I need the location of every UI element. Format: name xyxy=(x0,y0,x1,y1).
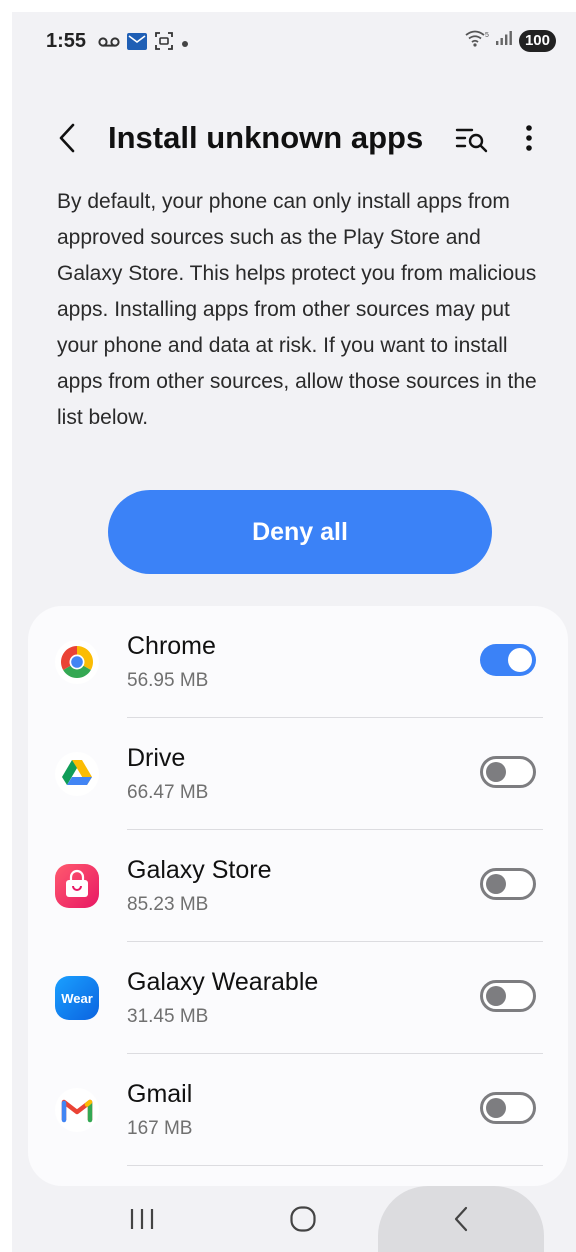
back-icon xyxy=(59,123,75,153)
screenshot-icon xyxy=(154,31,174,56)
app-name: Gmail xyxy=(127,1080,193,1108)
app-row-galaxy-wearable[interactable]: Wear Galaxy Wearable 31.45 MB xyxy=(28,942,568,1054)
app-name: Drive xyxy=(127,744,186,772)
app-row-gmail[interactable]: Gmail 167 MB xyxy=(28,1054,568,1166)
back-icon xyxy=(454,1206,468,1232)
mail-icon xyxy=(127,32,147,55)
nav-back-button[interactable] xyxy=(378,1186,544,1252)
app-row-galaxy-store[interactable]: Galaxy Store 85.23 MB xyxy=(28,830,568,942)
app-size: 167 MB xyxy=(127,1118,193,1139)
navigation-bar xyxy=(12,1186,576,1252)
home-icon xyxy=(290,1206,316,1232)
back-button[interactable] xyxy=(52,120,82,156)
wifi-icon: 5 xyxy=(465,29,489,52)
toggle-knob xyxy=(508,648,532,672)
toggle-knob xyxy=(486,874,506,894)
app-row-chrome[interactable]: Chrome 56.95 MB xyxy=(28,606,568,718)
recents-icon xyxy=(130,1209,154,1229)
app-name: Galaxy Store xyxy=(127,856,272,884)
app-size: 31.45 MB xyxy=(127,1006,209,1027)
status-bar: 1:55 5 100 xyxy=(12,12,576,74)
svg-text:5: 5 xyxy=(485,32,489,39)
more-vert-icon xyxy=(526,125,532,151)
drive-toggle[interactable] xyxy=(480,756,536,788)
battery-icon: 100 xyxy=(518,29,556,52)
app-size: 66.47 MB xyxy=(127,782,209,803)
system-status-icons: 5 100 xyxy=(465,29,556,52)
app-size: 85.23 MB xyxy=(127,894,209,915)
galaxy-store-toggle[interactable] xyxy=(480,868,536,900)
description-text: By default, your phone can only install … xyxy=(57,190,537,429)
wear-label: Wear xyxy=(61,991,93,1006)
screen: 1:55 5 100 Install unknown apps By defau… xyxy=(12,12,576,1252)
page-title: Install unknown apps xyxy=(108,120,424,155)
signal-icon xyxy=(495,30,513,51)
galaxy-store-icon xyxy=(54,863,100,909)
app-row-drive[interactable]: Drive 66.47 MB xyxy=(28,718,568,830)
drive-icon xyxy=(54,751,100,797)
row-divider xyxy=(127,1165,543,1166)
toggle-knob xyxy=(486,762,506,782)
chrome-toggle[interactable] xyxy=(480,644,536,676)
search-list-icon xyxy=(455,128,488,153)
app-name: Galaxy Wearable xyxy=(127,968,319,996)
galaxy-wearable-icon: Wear xyxy=(54,975,100,1021)
toggle-knob xyxy=(486,1098,506,1118)
gmail-icon xyxy=(54,1087,100,1133)
recents-button[interactable] xyxy=(125,1202,159,1236)
search-list-button[interactable] xyxy=(454,122,490,156)
galaxy-wearable-toggle[interactable] xyxy=(480,980,536,1012)
status-time: 1:55 xyxy=(46,30,87,52)
app-name: Chrome xyxy=(127,632,216,660)
app-bar: Install unknown apps xyxy=(12,104,576,174)
voicemail-icon xyxy=(98,35,120,53)
chrome-icon xyxy=(54,639,100,685)
dot-icon xyxy=(181,35,189,53)
app-list: Chrome 56.95 MB Drive 66.47 MB Galaxy St… xyxy=(28,606,568,1186)
app-size: 56.95 MB xyxy=(127,670,209,691)
deny-all-button[interactable]: Deny all xyxy=(108,490,492,574)
notification-icons xyxy=(98,31,189,56)
gmail-toggle[interactable] xyxy=(480,1092,536,1124)
toggle-knob xyxy=(486,986,506,1006)
more-options-button[interactable] xyxy=(516,120,542,156)
home-button[interactable] xyxy=(286,1202,320,1236)
